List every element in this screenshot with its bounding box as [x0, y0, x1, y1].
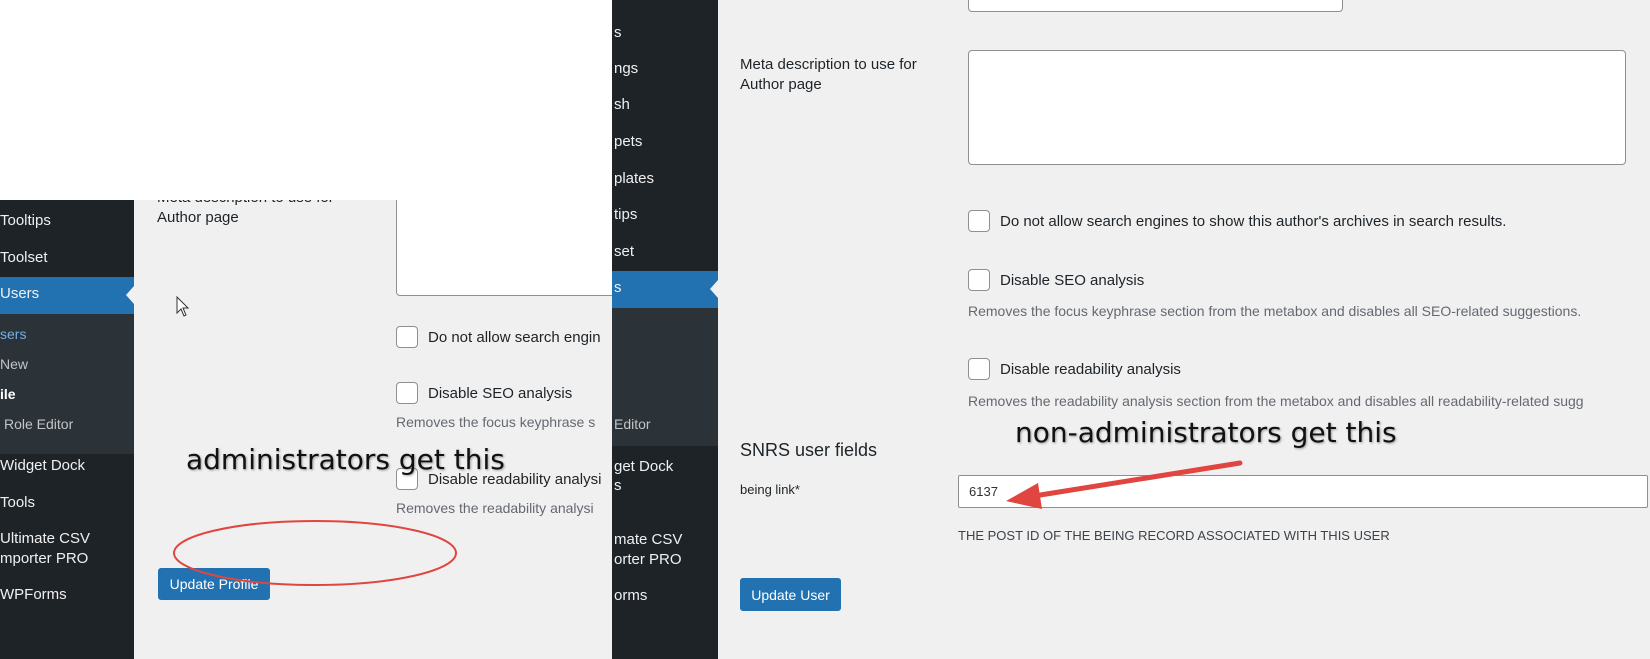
disable-seo-checkbox[interactable]: [396, 382, 418, 404]
seo-row: Disable SEO analysis: [396, 382, 572, 404]
non-admin-sidebar: s ngs sh pets plates tips set s Editor g…: [612, 0, 718, 659]
readability-row: Disable readability analysis: [968, 358, 1181, 380]
submenu-role-editor[interactable]: Editor: [614, 416, 651, 432]
readability-help-text: Removes the readability analysi: [396, 500, 594, 516]
sidebar-item-wpforms[interactable]: WPForms: [0, 586, 67, 603]
sidebar-item-widget-dock[interactable]: Widget Dock: [0, 457, 85, 474]
noindex-checkbox[interactable]: [968, 210, 990, 232]
admin-annotation-text: administrators get this: [186, 443, 505, 476]
sidebar-item-tools[interactable]: s: [614, 477, 622, 494]
disable-seo-checkbox[interactable]: [968, 269, 990, 291]
non-admin-profile-form: Meta description to use for Author page …: [718, 0, 1650, 659]
sidebar-item-tooltips[interactable]: Tooltips: [0, 212, 51, 229]
mouse-cursor-icon: [176, 296, 190, 317]
sidebar-item-flash[interactable]: sh: [614, 96, 630, 113]
non-admin-annotation-text: non-administrators get this: [1015, 416, 1397, 449]
admin-sidebar: Tooltips Toolset Users sers New ile Role…: [0, 200, 134, 659]
top-partial-input[interactable]: [968, 0, 1343, 12]
sidebar-item-ultimate-csv[interactable]: mate CSV: [614, 531, 682, 548]
section-title: SNRS user fields: [740, 440, 878, 460]
highlight-oval: [173, 520, 457, 586]
update-user-button[interactable]: Update User: [740, 578, 841, 611]
submenu-role-editor[interactable]: Role Editor: [4, 416, 73, 432]
blank-overlay: [0, 0, 612, 202]
sidebar-item-tooltips[interactable]: tips: [614, 206, 637, 223]
noindex-label: Do not allow search engin: [428, 328, 601, 346]
meta-description-textarea[interactable]: [968, 50, 1626, 165]
meta-description-label: Meta description to use for: [740, 56, 917, 73]
being-link-help: THE POST ID OF THE BEING RECORD ASSOCIAT…: [958, 528, 1390, 543]
sidebar-item-ultimate-csv-line2[interactable]: orter PRO: [614, 551, 682, 568]
seo-help-text: Removes the focus keyphrase section from…: [968, 303, 1582, 319]
meta-description-textarea[interactable]: [396, 200, 612, 296]
noindex-row: Do not allow search engin: [396, 326, 601, 348]
sidebar-item-ultimate-csv[interactable]: Ultimate CSV: [0, 530, 90, 547]
active-indicator-arrow: [710, 280, 718, 298]
disable-seo-label: Disable SEO analysis: [1000, 271, 1145, 289]
being-link-label: being link*: [740, 482, 800, 497]
seo-row: Disable SEO analysis: [968, 269, 1144, 291]
submenu-profile[interactable]: ile: [0, 386, 16, 402]
sidebar-item-toolset[interactable]: Toolset: [0, 249, 48, 266]
meta-description-label-line2: Author page: [740, 76, 822, 93]
sidebar-item-users-active[interactable]: [612, 271, 718, 308]
sidebar-item-tools[interactable]: Tools: [0, 494, 35, 511]
sidebar-item-partial-1[interactable]: s: [614, 24, 622, 41]
noindex-row: Do not allow search engines to show this…: [968, 210, 1506, 232]
submenu-add-new[interactable]: New: [0, 356, 28, 372]
sidebar-item-widget-dock[interactable]: get Dock: [614, 458, 673, 475]
sidebar-item-templates[interactable]: plates: [614, 170, 654, 187]
noindex-label: Do not allow search engines to show this…: [1000, 212, 1507, 230]
admin-screenshot: Tooltips Toolset Users sers New ile Role…: [0, 0, 612, 659]
meta-description-label: Author page: [157, 209, 239, 226]
seo-help-text: Removes the focus keyphrase s: [396, 414, 596, 430]
sidebar-item-snippets[interactable]: pets: [614, 133, 642, 150]
sidebar-item-settings[interactable]: ngs: [614, 60, 638, 77]
non-admin-screenshot: s ngs sh pets plates tips set s Editor g…: [612, 0, 1650, 659]
readability-help-text: Removes the readability analysis section…: [968, 393, 1584, 409]
submenu-all-users[interactable]: sers: [0, 326, 26, 342]
sidebar-item-wpforms[interactable]: orms: [614, 587, 647, 604]
sidebar-item-ultimate-csv-line2[interactable]: mporter PRO: [0, 550, 88, 567]
sidebar-item-users[interactable]: Users: [0, 285, 39, 302]
active-indicator-arrow: [126, 286, 134, 304]
sidebar-item-toolset[interactable]: set: [614, 243, 634, 260]
pointer-arrow: [1006, 460, 1243, 509]
disable-readability-label: Disable readability analysis: [1000, 360, 1181, 378]
noindex-checkbox[interactable]: [396, 326, 418, 348]
sidebar-item-users[interactable]: s: [614, 279, 622, 296]
disable-readability-checkbox[interactable]: [968, 358, 990, 380]
meta-description-label-partial: Meta description to use for: [157, 200, 334, 208]
disable-seo-label: Disable SEO analysis: [428, 384, 573, 402]
